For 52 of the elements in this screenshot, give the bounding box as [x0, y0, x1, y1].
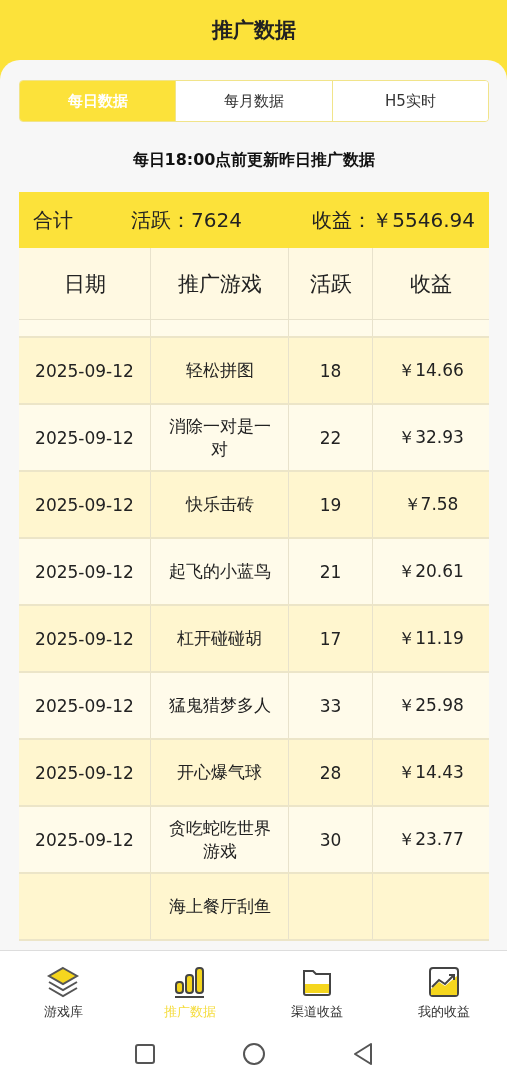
nav-item[interactable]: 渠道收益: [253, 951, 381, 1034]
recent-apps-icon[interactable]: [133, 1043, 156, 1065]
table-cell: ￥14.43: [372, 740, 489, 805]
tab[interactable]: 每月数据: [175, 81, 332, 121]
table-cell: 猛鬼猎梦多人: [150, 673, 288, 738]
table-cell: ￥23.77: [372, 807, 489, 872]
table-cell-text: 2025-09-12: [34, 426, 135, 450]
table-cell-text: 2025-09-12: [34, 493, 135, 517]
column-header: 日期: [62, 270, 107, 298]
summary-active: 活跃：7624: [131, 206, 243, 234]
table-cell: 贪吃蛇吃世界游戏: [150, 807, 288, 872]
column-header: 推广游戏: [150, 248, 288, 319]
summary-label: 合计: [33, 206, 74, 234]
tab[interactable]: H5实时: [331, 81, 488, 121]
table-cell: 消除一对是一对: [150, 405, 288, 470]
table-cell: ￥32.93: [372, 405, 489, 470]
table-cell: 开心爆气球: [150, 740, 288, 805]
table-cell: ￥25.98: [372, 673, 489, 738]
table-cell: 21: [288, 539, 372, 604]
column-header: 收益: [372, 248, 489, 319]
table-cell: 杠开碰碰胡: [150, 606, 288, 671]
table-cell: 19: [288, 472, 372, 537]
table-cell: 海上餐厅刮鱼: [150, 874, 288, 939]
table-cell: 17: [288, 606, 372, 671]
table-cell-text: 2025-09-12: [34, 761, 135, 785]
table-cell: 轻松拼图: [150, 338, 288, 403]
update-notice: 每日18:00点前更新昨日推广数据: [131, 150, 377, 171]
table-cell: ￥11.19: [372, 606, 489, 671]
layers-icon: [46, 964, 81, 999]
table-cell: 起飞的小蓝鸟: [150, 539, 288, 604]
trend-chart-icon: [426, 964, 461, 999]
back-icon[interactable]: [351, 1042, 374, 1066]
summary-income: 收益：￥5546.94: [312, 206, 475, 234]
table-cell: ￥7.58: [372, 472, 489, 537]
table-cell-text: 2025-09-12: [34, 627, 135, 651]
table-cell-text: 2025-09-12: [34, 694, 135, 718]
nav-item[interactable]: 游戏库: [0, 951, 127, 1034]
table-cell: 33: [288, 673, 372, 738]
table-cell-text: 2025-09-12: [34, 359, 135, 383]
table-cell: ￥14.66: [372, 338, 489, 403]
table-cell: 快乐击砖: [150, 472, 288, 537]
table-cell: 22: [288, 405, 372, 470]
column-header: 活跃: [288, 248, 372, 319]
table-cell: 18: [288, 338, 372, 403]
table-cell: 30: [288, 807, 372, 872]
page-title: 推广数据: [211, 17, 296, 44]
table-cell: ￥20.61: [372, 539, 489, 604]
table-cell: 28: [288, 740, 372, 805]
nav-item[interactable]: 我的收益: [380, 951, 507, 1034]
home-icon[interactable]: [241, 1042, 266, 1066]
table-cell-text: 2025-09-12: [34, 828, 135, 852]
table-cell-text: 2025-09-12: [34, 560, 135, 584]
